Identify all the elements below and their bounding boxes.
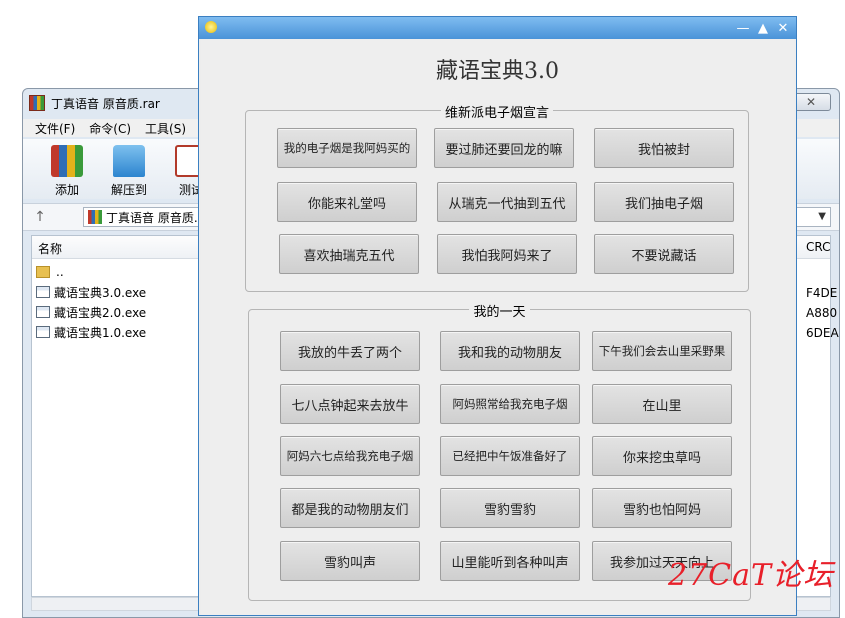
file-name: 藏语宝典3.0.exe [54, 285, 147, 300]
list-item[interactable]: 藏语宝典1.0.exe [36, 322, 146, 342]
close-icon: ✕ [805, 95, 817, 109]
minimize-icon[interactable]: — [734, 19, 752, 37]
file-name: 藏语宝典1.0.exe [54, 325, 147, 340]
add-button[interactable]: 添加 [43, 139, 91, 199]
file-crc: F4DE [806, 286, 838, 300]
menu-command[interactable]: 命令(C) [89, 120, 131, 137]
sound-button[interactable]: 你来挖虫草吗 [592, 436, 732, 476]
sound-button[interactable]: 雪豹雪豹 [440, 488, 580, 528]
menu-file[interactable]: 文件(F) [35, 120, 75, 137]
column-name[interactable]: 名称 [38, 240, 62, 257]
sound-button[interactable]: 我和我的动物朋友 [440, 331, 580, 371]
sound-button[interactable]: 阿妈照常给我充电子烟 [440, 384, 580, 424]
app-content: 藏语宝典3.0 维新派电子烟宣言 我的电子烟是我阿妈买的 要过肺还要回龙的嘛 我… [201, 39, 794, 615]
group-title: 维新派电子烟宣言 [440, 106, 553, 121]
sound-button[interactable]: 都是我的动物朋友们 [280, 488, 420, 528]
app-window: — ▲ ✕ 藏语宝典3.0 维新派电子烟宣言 我的电子烟是我阿妈买的 要过肺还要… [198, 16, 797, 616]
sound-button[interactable]: 我的电子烟是我阿妈买的 [277, 128, 417, 168]
sound-button[interactable]: 不要说藏话 [594, 234, 734, 274]
up-arrow-icon[interactable]: ↑ [23, 209, 57, 225]
exe-file-icon [36, 326, 50, 338]
sound-button[interactable]: 已经把中午饭准备好了 [440, 436, 580, 476]
sound-button[interactable]: 七八点钟起来去放牛 [280, 384, 420, 424]
extract-button[interactable]: 解压到 [105, 139, 153, 199]
list-item[interactable]: 藏语宝典3.0.exe [36, 282, 146, 302]
sound-button[interactable]: 要过肺还要回龙的嘛 [434, 128, 574, 168]
close-button[interactable]: ✕ [791, 93, 831, 111]
exe-file-icon [36, 306, 50, 318]
sound-button[interactable]: 雪豹也怕阿妈 [592, 488, 732, 528]
watermark: 27CaT论坛 [668, 558, 835, 593]
file-name: .. [56, 265, 64, 279]
archive-title: 丁真语音 原音质.rar [51, 96, 160, 111]
sound-button[interactable]: 你能来礼堂吗 [277, 182, 417, 222]
chevron-down-icon[interactable]: ▼ [818, 211, 826, 222]
page-title: 藏语宝典3.0 [436, 59, 559, 84]
close-icon[interactable]: ✕ [774, 19, 792, 37]
menu-tools[interactable]: 工具(S) [145, 120, 186, 137]
file-crc: A880 [806, 306, 838, 320]
winrar-books-icon [51, 145, 83, 177]
folder-icon [36, 266, 50, 278]
list-item[interactable]: 藏语宝典2.0.exe [36, 302, 146, 322]
group-title: 我的一天 [469, 305, 530, 320]
sound-button[interactable]: 我怕被封 [594, 128, 734, 168]
file-crc: 6DEA [806, 326, 839, 340]
sound-button[interactable]: 喜欢抽瑞克五代 [279, 234, 419, 274]
folder-extract-icon [113, 145, 145, 177]
column-crc[interactable]: CRC [806, 240, 831, 254]
archive-icon [88, 210, 102, 224]
maximize-icon[interactable]: ▲ [754, 19, 772, 37]
sound-button[interactable]: 雪豹叫声 [280, 541, 420, 581]
sound-button[interactable]: 我们抽电子烟 [594, 182, 734, 222]
path-text: 丁真语音 原音质. [106, 210, 198, 225]
sound-button[interactable]: 阿妈六七点给我充电子烟 [280, 436, 420, 476]
sound-button[interactable]: 下午我们会去山里采野果 [592, 331, 732, 371]
file-name: 藏语宝典2.0.exe [54, 305, 147, 320]
winrar-icon [29, 95, 45, 111]
group-manifesto: 维新派电子烟宣言 我的电子烟是我阿妈买的 要过肺还要回龙的嘛 我怕被封 你能来礼… [245, 106, 749, 292]
sun-icon [205, 21, 217, 33]
app-titlebar: — ▲ ✕ [199, 17, 796, 39]
add-label: 添加 [54, 183, 79, 197]
extract-label: 解压到 [110, 183, 147, 197]
sound-button[interactable]: 山里能听到各种叫声 [440, 541, 580, 581]
exe-file-icon [36, 286, 50, 298]
sound-button[interactable]: 在山里 [592, 384, 732, 424]
sound-button[interactable]: 我怕我阿妈来了 [437, 234, 577, 274]
sound-button[interactable]: 从瑞克一代抽到五代 [437, 182, 577, 222]
sound-button[interactable]: 我放的牛丢了两个 [280, 331, 420, 371]
list-item[interactable]: .. [36, 262, 64, 282]
